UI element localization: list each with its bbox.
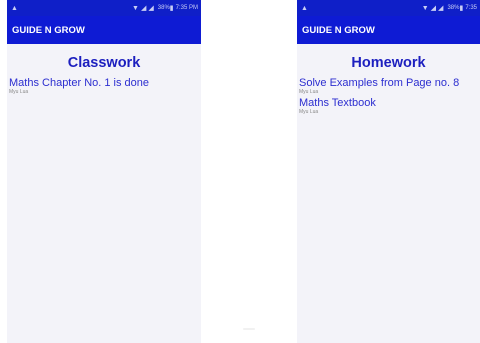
app-bar: GUIDE N GROW	[297, 16, 480, 44]
status-bar: ▲ ▼ ◢ ◢ 38% ▮ 7:35	[297, 0, 480, 16]
wifi-icon: ▼	[421, 4, 429, 12]
list-item[interactable]: Solve Examples from Page no. 8 Myu Lua	[297, 77, 480, 95]
app-bar: GUIDE N GROW	[7, 16, 201, 44]
list-item[interactable]: Maths Chapter No. 1 is done Myu Lua	[7, 77, 201, 95]
signal-icon-2: ◢	[438, 5, 444, 12]
wifi-icon: ▼	[132, 4, 139, 12]
warning-triangle-icon: ▲	[11, 4, 18, 12]
entry-author: Myu Lua	[299, 109, 319, 115]
home-indicator	[243, 328, 255, 330]
entry-author: Myu Lua	[299, 89, 319, 95]
battery-percent: 38%	[157, 5, 170, 11]
signal-icon: ◢	[430, 5, 437, 12]
page-title: Homework	[351, 55, 426, 71]
classwork-screen: ▲ ▼ ◢ ◢ 38% ▮ 7:35 PM GUIDE N GROW Class…	[7, 0, 201, 343]
battery-icon: ▮	[459, 5, 464, 12]
status-time: 7:35 PM	[175, 5, 198, 11]
list-item[interactable]: Maths Textbook Myu Lua	[297, 97, 480, 115]
status-time: 7:35	[465, 5, 477, 11]
battery-icon: ▮	[169, 5, 174, 12]
signal-icon: ◢	[140, 5, 147, 12]
entry-title: Maths Chapter No. 1 is done	[9, 77, 150, 89]
app-title: GUIDE N GROW	[302, 24, 375, 36]
warning-triangle-icon: ▲	[301, 4, 308, 12]
screenshot-canvas: ▲ ▼ ◢ ◢ 38% ▮ 7:35 PM GUIDE N GROW Class…	[0, 0, 480, 343]
page-title: Classwork	[67, 55, 141, 71]
status-bar: ▲ ▼ ◢ ◢ 38% ▮ 7:35 PM	[7, 0, 201, 16]
homework-screen: ▲ ▼ ◢ ◢ 38% ▮ 7:35 GUIDE N GROW Homework…	[297, 0, 480, 343]
app-title: GUIDE N GROW	[12, 24, 85, 36]
entry-title: Maths Textbook	[299, 97, 376, 109]
entry-author: Myu Lua	[9, 89, 29, 95]
signal-icon-2: ◢	[148, 5, 154, 12]
entry-title: Solve Examples from Page no. 8	[299, 77, 460, 89]
battery-percent: 38%	[447, 5, 460, 11]
